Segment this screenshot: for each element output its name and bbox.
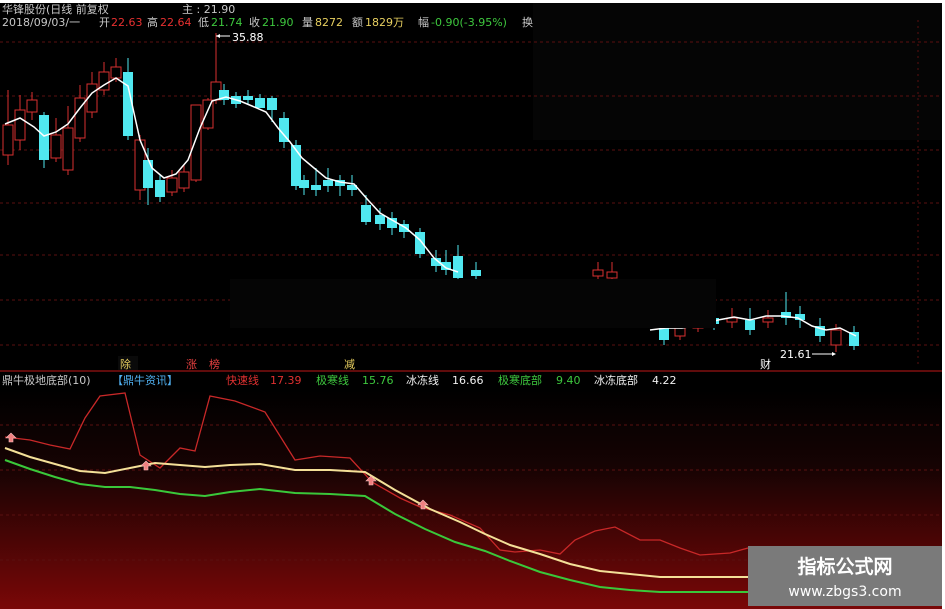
high-label: 高 (147, 15, 158, 29)
indicator-name[interactable]: 鼎牛极地底部(10) (2, 373, 91, 387)
main-value-label: 主 : 21.90 (182, 3, 235, 16)
legend-extreme-cold-bottom-value: 9.40 (556, 374, 581, 387)
candle-body[interactable] (166, 177, 178, 193)
candle-body[interactable] (361, 205, 371, 222)
high-annotation-label: 35.88 (232, 31, 264, 44)
candle-body[interactable] (830, 329, 842, 346)
volume-label: 量 (302, 16, 313, 29)
low-label: 低 (198, 16, 209, 29)
candle-body[interactable] (143, 160, 153, 188)
candle-body[interactable] (299, 180, 309, 188)
candle-body[interactable] (323, 180, 333, 186)
candle-body[interactable] (849, 332, 859, 346)
volume-value: 8272 (315, 16, 343, 29)
amount-value: 1829万 (365, 16, 404, 29)
legend-freeze-label: 冰冻线 (406, 373, 439, 387)
candle-body[interactable] (190, 104, 202, 181)
candle-body[interactable] (745, 320, 755, 330)
redacted-block-top (533, 3, 942, 140)
close-value: 21.90 (262, 16, 294, 29)
candle-body[interactable] (415, 232, 425, 254)
stock-chart-window[interactable]: 35.88 21.61 除 涨 榜 减 财 华锋股份(日线 前复权 主 : 21… (0, 0, 945, 609)
candle-body[interactable] (606, 271, 618, 279)
low-annotation-label: 21.61 (780, 348, 812, 361)
stock-title: 华锋股份(日线 前复权 (2, 2, 109, 16)
indicator-source: 【鼎牛资讯】 (112, 373, 178, 387)
chart-canvas[interactable]: 35.88 21.61 除 涨 榜 减 财 华锋股份(日线 前复权 主 : 21… (0, 0, 945, 609)
quote-date: 2018/09/03/一 (2, 16, 80, 29)
redacted-block-middle (230, 279, 716, 328)
top-border (0, 0, 945, 3)
change-value: -0.90(-3.95%) (431, 16, 507, 29)
change-label: 幅 (418, 16, 429, 29)
candle-body[interactable] (267, 98, 277, 110)
watermark-title: 指标公式网 (797, 555, 892, 578)
legend-extreme-cold-bottom-label: 极寒底部 (498, 373, 542, 387)
candle-body[interactable] (202, 99, 214, 129)
candle-body[interactable] (2, 124, 14, 156)
candle-body[interactable] (659, 328, 669, 340)
candle-body[interactable] (471, 270, 481, 276)
candle-body[interactable] (453, 256, 463, 278)
candle-body[interactable] (50, 134, 62, 159)
candle-body[interactable] (14, 109, 26, 141)
legend-freeze-value: 16.66 (452, 374, 484, 387)
legend-extreme-cold-value: 15.76 (362, 374, 394, 387)
candle-body[interactable] (674, 327, 686, 337)
close-label: 收 (249, 15, 260, 29)
legend-freeze-bottom-value: 4.22 (652, 374, 677, 387)
event-marker-finance[interactable]: 财 (760, 357, 771, 371)
event-marker-billboard[interactable]: 榜 (209, 357, 220, 371)
candle-body[interactable] (311, 185, 321, 190)
turnover-label: 换 (522, 15, 533, 29)
candle-body[interactable] (243, 96, 253, 100)
candle-body[interactable] (155, 180, 165, 197)
candle-body[interactable] (62, 127, 74, 171)
legend-extreme-cold-label: 极寒线 (316, 373, 349, 387)
legend-fast-line-label: 快速线 (226, 373, 259, 387)
watermark-url[interactable]: www.zbgs3.com (788, 584, 901, 600)
legend-freeze-bottom-label: 冰冻底部 (594, 373, 638, 387)
candle-body[interactable] (592, 269, 604, 277)
candle-body[interactable] (178, 171, 190, 189)
legend-fast-line-value: 17.39 (270, 374, 302, 387)
candle-body[interactable] (110, 66, 122, 79)
open-value: 22.63 (111, 16, 143, 29)
candle-body[interactable] (375, 215, 385, 224)
low-value: 21.74 (211, 16, 243, 29)
event-marker-reduction[interactable]: 减 (344, 358, 355, 371)
candle-body[interactable] (39, 115, 49, 160)
candle-body[interactable] (26, 99, 38, 113)
candle-body[interactable] (255, 98, 265, 108)
candle-body[interactable] (762, 317, 774, 323)
amount-label: 额 (352, 16, 363, 29)
event-marker-limit-up[interactable]: 涨 (186, 358, 197, 371)
high-value: 22.64 (160, 16, 192, 29)
open-label: 开 (99, 16, 110, 29)
event-marker-dividend[interactable]: 除 (120, 357, 131, 371)
